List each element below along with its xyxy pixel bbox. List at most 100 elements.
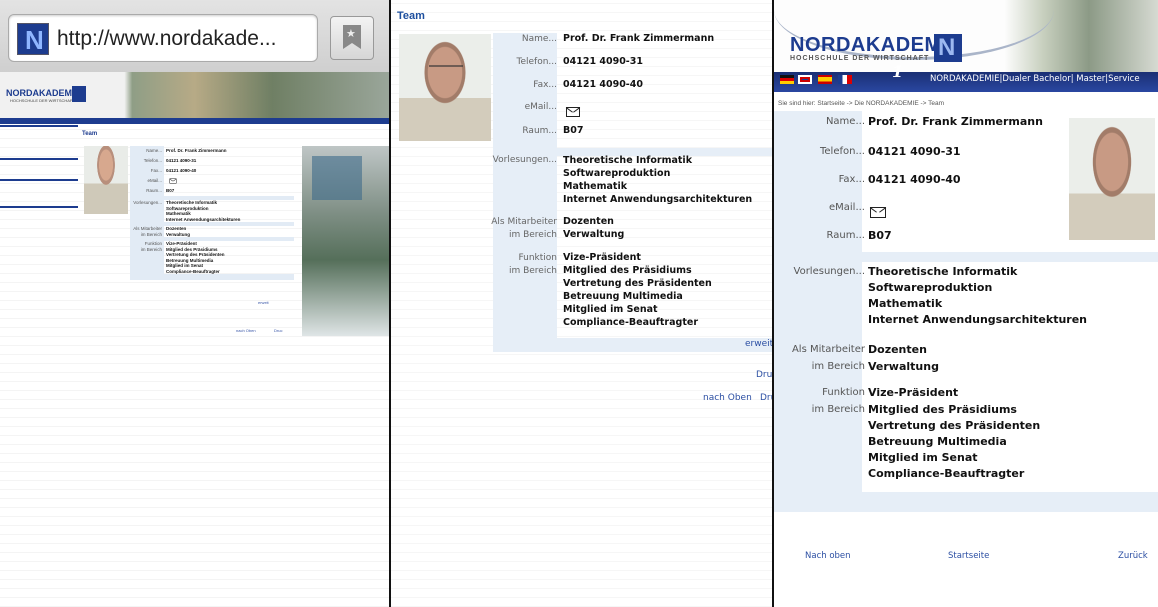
phone-label: Telefon...	[819, 146, 865, 157]
extended-link[interactable]: erweit	[745, 339, 772, 349]
phone-label: Telefon...	[516, 57, 557, 67]
flag-fr-icon[interactable]	[838, 75, 852, 84]
area-value: Verwaltung	[868, 360, 939, 373]
print-link-footer[interactable]: Dru	[760, 393, 772, 403]
url-text[interactable]: http://www.nordakade...	[57, 27, 276, 51]
site-header: NORDAKADEMIE HOCHSCHULE DER WIRTSCHAFT	[774, 0, 1158, 72]
lecture-item: Mathematik	[563, 181, 628, 192]
name-value: Prof. Dr. Frank Zimmermann	[166, 148, 227, 153]
print-link[interactable]: Druc	[756, 370, 772, 380]
lecture-item: Mathematik	[868, 297, 943, 310]
lecture-item: Softwareproduktion	[868, 281, 993, 294]
fax-value: 04121 4090-40	[868, 173, 961, 186]
staff-label: Als Mitarbeiter	[491, 217, 557, 227]
phone-value: 04121 4090-31	[563, 56, 643, 67]
profile-table: Name... Prof. Dr. Frank Zimmermann Telefo…	[130, 146, 294, 281]
campus-image	[302, 146, 389, 336]
mobile-page-panel: NORDAKADEMIE HOCHSCHULE DER WIRTSCHAFT 1…	[774, 0, 1158, 607]
sidebar-item[interactable]	[0, 172, 78, 178]
brand-n-icon	[934, 34, 962, 62]
fax-label: Fax...	[838, 174, 865, 185]
staff-label: Als Mitarbeiter	[791, 344, 865, 355]
lecture-item: Softwareproduktion	[563, 168, 671, 179]
area-value: Verwaltung	[166, 231, 191, 237]
email-link[interactable]	[566, 101, 580, 120]
brand-logo-text: NORDAKADEMIE	[6, 88, 81, 98]
area-label: im Bereich	[811, 361, 865, 372]
phone-label: Telefon...	[130, 156, 164, 166]
email-icon[interactable]	[566, 106, 580, 117]
browser-toolbar: http://www.nordakade...	[0, 0, 389, 72]
flag-es-icon[interactable]	[818, 75, 832, 84]
sidebar-item[interactable]	[0, 232, 78, 238]
lecture-item: Theoretische Informatik	[868, 265, 1018, 278]
profile-photo	[399, 34, 491, 141]
lecture-item: Internet Anwendungsarchitekturen	[166, 216, 241, 222]
name-label: Name...	[521, 34, 557, 44]
function-item: Mitglied im Senat	[868, 451, 978, 464]
page-zoomed-panel: Team Name... Prof. Dr. Frank Zimmermann …	[391, 0, 772, 607]
function-item: Vertretung des Präsidenten	[868, 419, 1041, 432]
url-bar[interactable]: http://www.nordakade...	[8, 14, 318, 62]
name-value: Prof. Dr. Frank Zimmermann	[563, 33, 715, 44]
print-link[interactable]: Druc	[274, 328, 282, 333]
function-item: Betreuung Multimedia	[563, 291, 683, 302]
lecture-item: Internet Anwendungsarchitekturen	[563, 194, 753, 205]
nach-oben-link[interactable]: nach Oben	[236, 328, 256, 333]
fax-value: 04121 4090-40	[166, 168, 197, 173]
function-area-label: im Bereich	[811, 404, 865, 415]
staff-value: Dozenten	[868, 343, 927, 356]
lectures-label: Vorlesungen...	[793, 266, 865, 277]
function-label: Funktion	[822, 387, 865, 398]
breadcrumb[interactable]: Sie sind hier: Startseite -> Die NORDAKA…	[778, 100, 944, 107]
flag-uk-icon[interactable]	[798, 75, 812, 84]
area-label: im Bereich	[130, 231, 164, 238]
page-title: Team	[397, 10, 425, 22]
startseite-link[interactable]: Startseite	[948, 551, 989, 561]
email-label: eMail...	[130, 176, 164, 187]
area-label: im Bereich	[508, 230, 557, 240]
bookmark-button[interactable]	[330, 16, 374, 60]
email-icon[interactable]	[169, 178, 177, 184]
nach-oben-link[interactable]: Nach oben	[805, 551, 851, 561]
bookmark-star-icon	[343, 25, 361, 49]
label-column	[774, 111, 862, 511]
email-label: eMail...	[828, 202, 865, 213]
lecture-item: Internet Anwendungsarchitekturen	[868, 313, 1088, 326]
top-nav-links[interactable]: NORDAKADEMIE|Dualer Bachelor| Master|Ser…	[930, 74, 1140, 84]
function-item: Betreuung Multimedia	[868, 435, 1007, 448]
page-title: Team	[82, 131, 98, 137]
name-value: Prof. Dr. Frank Zimmermann	[868, 115, 1043, 128]
function-item: Mitglied des Präsidiums	[868, 403, 1017, 416]
lectures-label: Vorlesungen...	[492, 155, 557, 165]
site-header: NORDAKADEMIE HOCHSCHULE DER WIRTSCHAFT	[0, 72, 389, 118]
function-item: Vertretung des Präsidenten	[563, 278, 712, 289]
room-value: B07	[563, 125, 584, 136]
extended-link[interactable]: erweit	[258, 300, 269, 305]
staff-value: Dozenten	[563, 216, 614, 227]
site-favicon-icon	[17, 23, 49, 56]
flag-de-icon[interactable]	[780, 75, 794, 84]
fax-label: Fax...	[130, 166, 164, 176]
brand-n-icon	[72, 86, 86, 102]
browser-panel-overview: http://www.nordakade... NORDAKADEMIE HOC…	[0, 0, 389, 607]
area-value: Verwaltung	[563, 229, 625, 240]
lecture-item: Theoretische Informatik	[563, 155, 693, 166]
sidebar-item[interactable]	[0, 199, 78, 205]
email-icon[interactable]	[870, 207, 886, 218]
brand-subtitle: HOCHSCHULE DER WIRTSCHAFT	[10, 98, 75, 103]
zurueck-link[interactable]: Zurück	[1118, 551, 1148, 561]
profile-photo	[84, 146, 128, 214]
email-link[interactable]	[870, 202, 886, 221]
function-item: Vize-Präsident	[868, 386, 959, 399]
function-item: Compliance-Beauftragter	[868, 467, 1025, 480]
function-item: Mitglied des Präsidiums	[563, 265, 692, 276]
logo-wing-icon: 1	[892, 62, 904, 81]
fax-value: 04121 4090-40	[563, 79, 643, 90]
nach-oben-link[interactable]: nach Oben	[703, 393, 752, 403]
function-item: Vize-Präsident	[563, 252, 641, 263]
room-value: B07	[166, 188, 175, 194]
name-label: Name...	[825, 116, 865, 127]
sidebar-item[interactable]	[0, 151, 78, 157]
brand-subtitle: HOCHSCHULE DER WIRTSCHAFT	[790, 55, 930, 62]
